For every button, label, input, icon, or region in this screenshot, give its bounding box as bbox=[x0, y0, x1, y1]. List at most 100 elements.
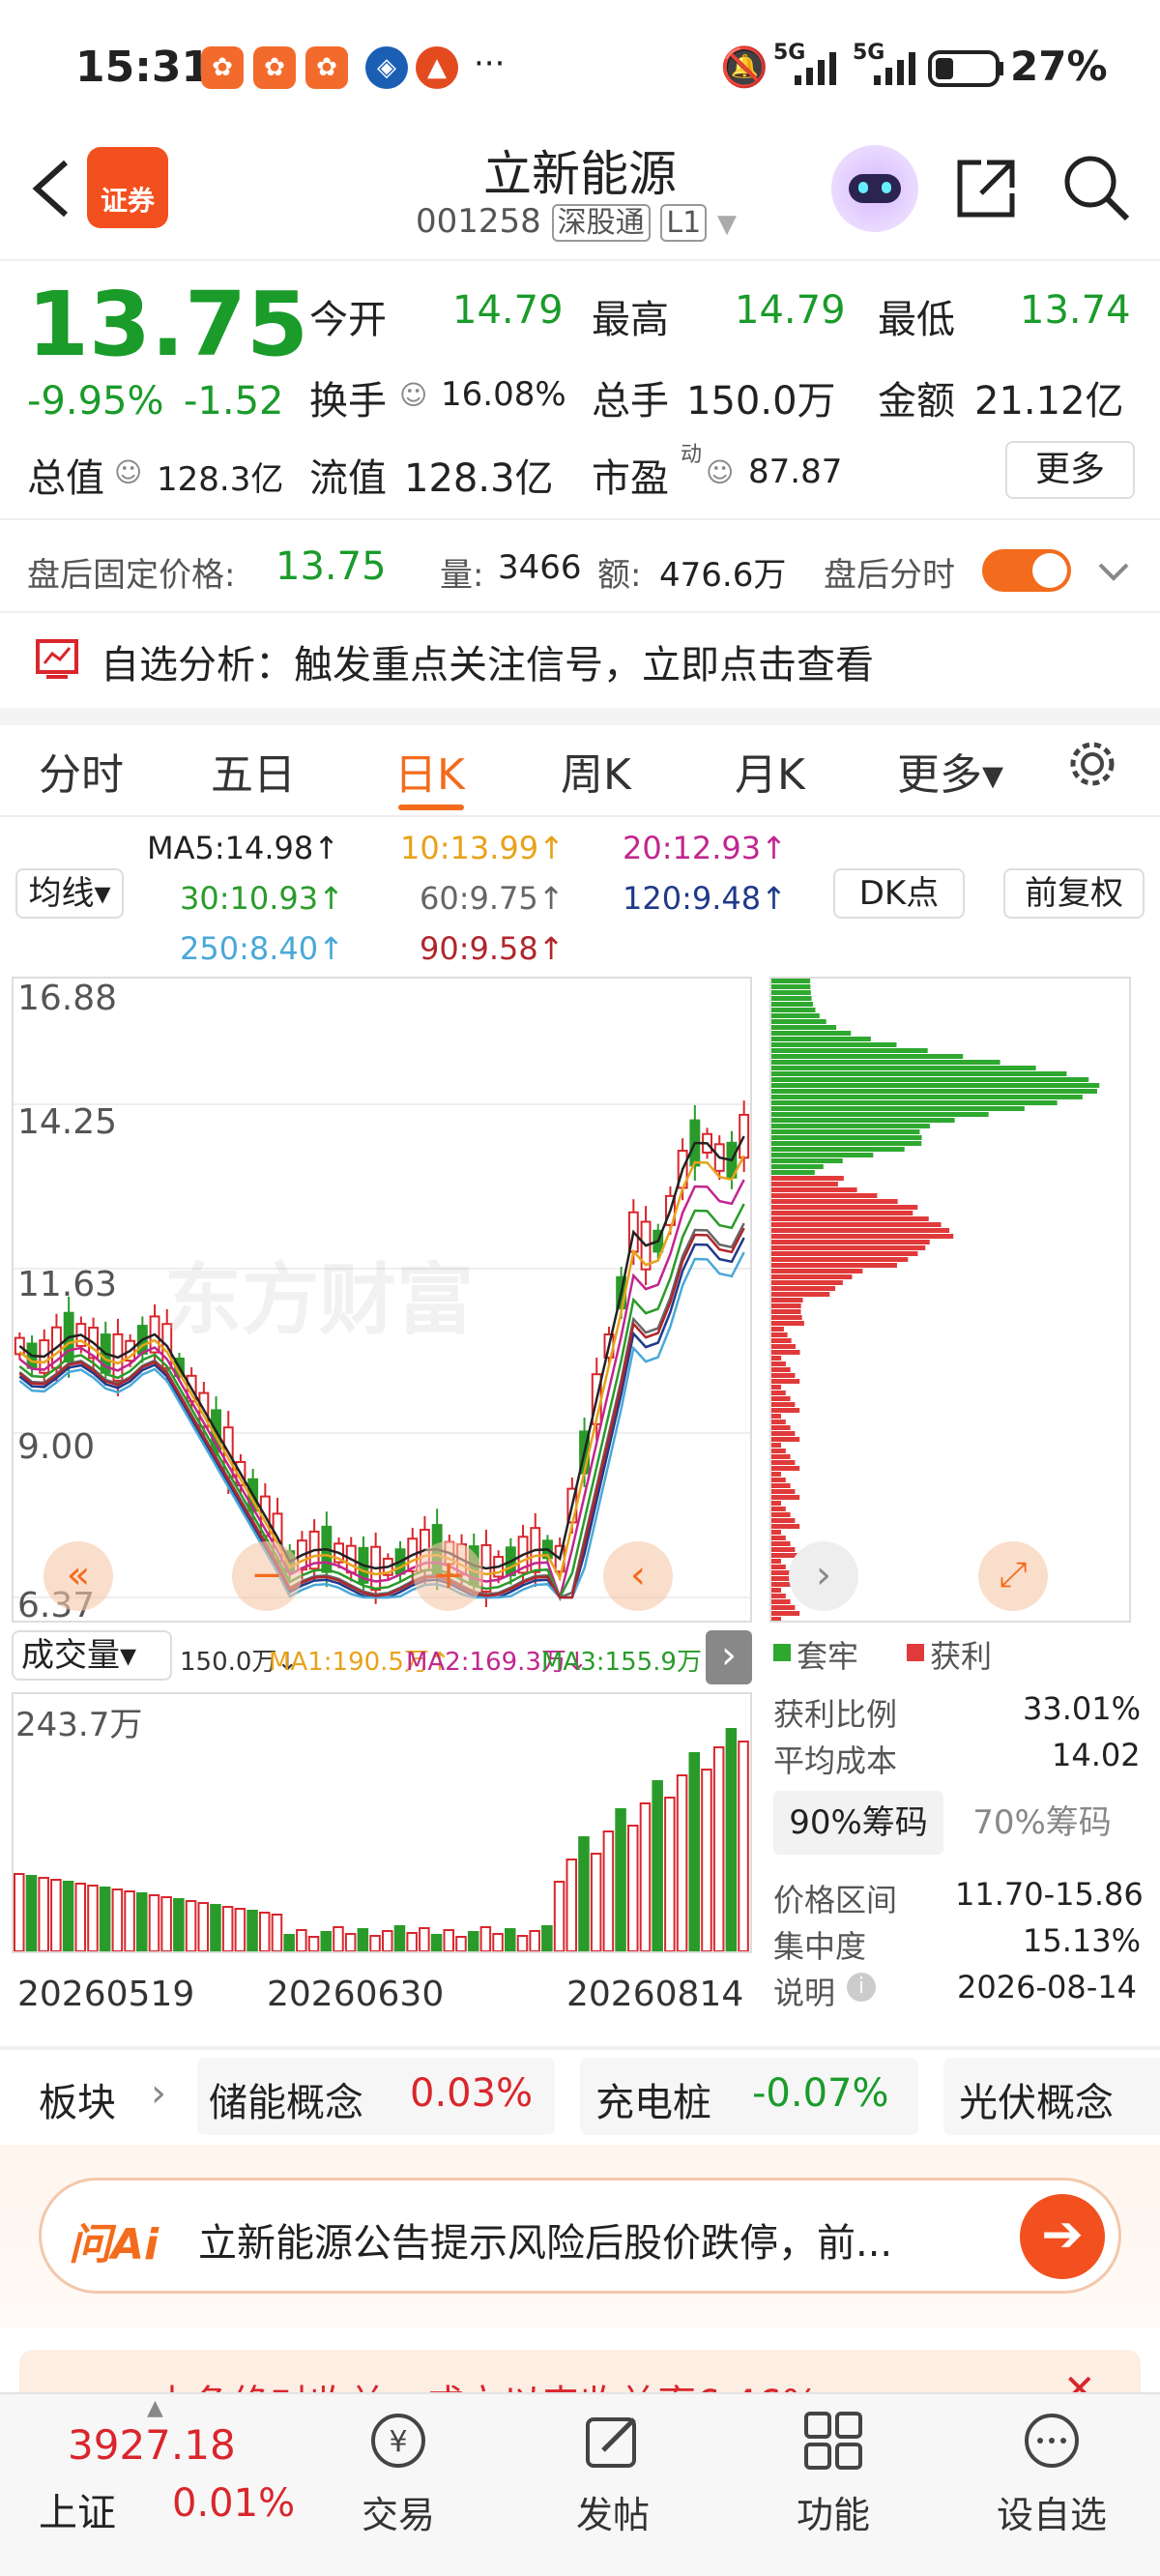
volume-selector[interactable]: 成交量▾ bbox=[12, 1630, 172, 1681]
ma-item: 90:9.58↑ bbox=[420, 930, 565, 967]
sector-chip[interactable]: 充电桩 -0.07% bbox=[580, 2058, 918, 2135]
chip-bar bbox=[771, 1245, 926, 1250]
volume-ma3: MA3:155.9万↑ bbox=[541, 1648, 723, 1677]
chip-bar bbox=[771, 1501, 781, 1506]
chevron-right-icon[interactable]: › bbox=[151, 2071, 166, 2116]
ai-logo: 问Ai bbox=[69, 2220, 160, 2269]
sector-chip[interactable]: 储能概念 0.03% bbox=[197, 2058, 555, 2135]
post-icon[interactable] bbox=[582, 2410, 644, 2472]
info-icon[interactable]: i bbox=[847, 1973, 876, 2002]
volume-bar bbox=[393, 1925, 406, 1952]
after-hours-vol-label: 量: bbox=[440, 556, 484, 595]
zoom-in-icon[interactable]: + bbox=[414, 1541, 483, 1611]
index-pct[interactable]: 0.01% bbox=[172, 2481, 295, 2526]
volume-bar bbox=[296, 1929, 307, 1952]
share-icon[interactable] bbox=[952, 155, 1020, 222]
index-name[interactable]: 上证 bbox=[39, 2481, 116, 2537]
chip-bar bbox=[771, 1066, 1036, 1070]
chip-bar bbox=[771, 1402, 796, 1407]
search-icon[interactable] bbox=[1061, 153, 1131, 222]
alert-text[interactable]: 自选分析：触发重点关注信号，立即点击查看 bbox=[101, 633, 874, 689]
avg-label: 平均成本 bbox=[773, 1742, 898, 1779]
chevron-right-icon[interactable]: › bbox=[789, 1541, 858, 1611]
tab-daily-k[interactable]: 日K bbox=[394, 740, 465, 802]
volume-bar bbox=[701, 1769, 712, 1952]
volume-bar bbox=[443, 1929, 455, 1952]
chip-bar bbox=[771, 984, 811, 989]
nav-watchlist[interactable]: 设自选 bbox=[979, 2485, 1124, 2538]
y-axis-label: 11.63 bbox=[17, 1265, 118, 1304]
battery-icon bbox=[928, 50, 1003, 87]
tab-five-day[interactable]: 五日 bbox=[211, 740, 296, 802]
chip-bar bbox=[771, 1327, 784, 1332]
zoom-out-icon[interactable]: − bbox=[232, 1541, 302, 1611]
chip-bar bbox=[771, 1263, 897, 1268]
volume-bar bbox=[246, 1910, 258, 1952]
index-value[interactable]: 3927.18 bbox=[68, 2421, 236, 2469]
ai-robot-icon[interactable] bbox=[831, 145, 918, 232]
chip-bar bbox=[771, 1396, 791, 1401]
chip-bar bbox=[771, 1025, 837, 1030]
info-icon[interactable]: ☺ bbox=[399, 379, 427, 411]
info-icon[interactable]: ☺ bbox=[706, 456, 734, 488]
tab-timeshare[interactable]: 分时 bbox=[39, 740, 124, 802]
chip-bar bbox=[771, 1286, 836, 1291]
ma-selector[interactable]: 均线▾ bbox=[15, 868, 124, 919]
stock-code-row: 001258 深股通 L1 ▼ bbox=[416, 198, 737, 242]
tab-more[interactable]: 更多▾ bbox=[897, 740, 1003, 802]
chevron-down-icon[interactable] bbox=[1094, 551, 1133, 590]
chevron-down-icon[interactable]: ▼ bbox=[717, 210, 737, 239]
chip-bar bbox=[771, 1147, 905, 1152]
tab-monthly-k[interactable]: 月K bbox=[735, 740, 805, 802]
settings-gear-icon[interactable] bbox=[1063, 735, 1121, 793]
nav-trade[interactable]: 交易 bbox=[326, 2485, 471, 2538]
chip-bar bbox=[771, 1100, 1058, 1105]
chip-bar bbox=[771, 1274, 853, 1279]
chip-bar bbox=[771, 979, 811, 983]
chip-bar bbox=[771, 1164, 824, 1169]
date-label: 20260519 bbox=[17, 1975, 195, 2014]
avg-value: 14.02 bbox=[1052, 1737, 1141, 1773]
chip-bar bbox=[771, 1071, 1067, 1076]
pe-value: 87.87 bbox=[748, 453, 843, 491]
after-hours-amt-label: 额: bbox=[597, 556, 642, 595]
nav-post[interactable]: 发帖 bbox=[540, 2485, 685, 2538]
scroll-left-icon[interactable]: « bbox=[44, 1541, 113, 1611]
range-value: 11.70-15.86 bbox=[955, 1876, 1144, 1913]
ai-bar[interactable]: 问Ai 立新能源公告提示风险后股价跌停，前... ➔ bbox=[39, 2178, 1121, 2294]
scroll-right-icon[interactable]: ‹ bbox=[603, 1541, 673, 1611]
more-button[interactable]: 更多 bbox=[1005, 441, 1135, 499]
low-value: 13.74 bbox=[1020, 288, 1131, 333]
chevron-right-icon[interactable]: › bbox=[706, 1630, 752, 1684]
chip-bar bbox=[771, 1031, 852, 1036]
tab-weekly-k[interactable]: 周K bbox=[561, 740, 631, 802]
chip-distribution[interactable] bbox=[769, 977, 1131, 1623]
chip-bar bbox=[771, 1495, 800, 1500]
volume-bar bbox=[505, 1928, 516, 1952]
add-watchlist-icon[interactable] bbox=[1021, 2410, 1083, 2472]
volume-label: 总手 bbox=[592, 379, 669, 424]
functions-icon[interactable] bbox=[802, 2410, 864, 2472]
arrow-right-icon[interactable]: ➔ bbox=[1020, 2194, 1105, 2279]
sector-chip[interactable]: 光伏概念 bbox=[943, 2058, 1160, 2135]
volume-bar bbox=[639, 1802, 652, 1952]
nav-functions[interactable]: 功能 bbox=[761, 2485, 906, 2538]
chip-bar bbox=[771, 1321, 804, 1326]
chip-bar bbox=[771, 1449, 786, 1453]
expand-icon[interactable]: ⤢ bbox=[978, 1541, 1048, 1611]
info-icon[interactable]: ☺ bbox=[114, 456, 142, 488]
adjust-button[interactable]: 前复权 bbox=[1003, 868, 1145, 919]
chip-bar bbox=[771, 1303, 801, 1308]
chip-bar bbox=[771, 1216, 929, 1221]
tab-chip-90[interactable]: 90%筹码 bbox=[773, 1791, 943, 1855]
trade-icon[interactable]: ¥ bbox=[367, 2410, 429, 2472]
volume-bar bbox=[738, 1741, 749, 1952]
tab-chip-70[interactable]: 70%筹码 bbox=[957, 1791, 1127, 1855]
timeshare-toggle[interactable] bbox=[982, 549, 1071, 592]
after-hours-price: 13.75 bbox=[276, 544, 387, 589]
chip-bar bbox=[771, 1350, 800, 1355]
dk-button[interactable]: DK点 bbox=[833, 868, 965, 919]
chip-bar bbox=[771, 1234, 954, 1239]
chip-bar bbox=[771, 1141, 922, 1146]
chip-bar bbox=[771, 1037, 871, 1041]
